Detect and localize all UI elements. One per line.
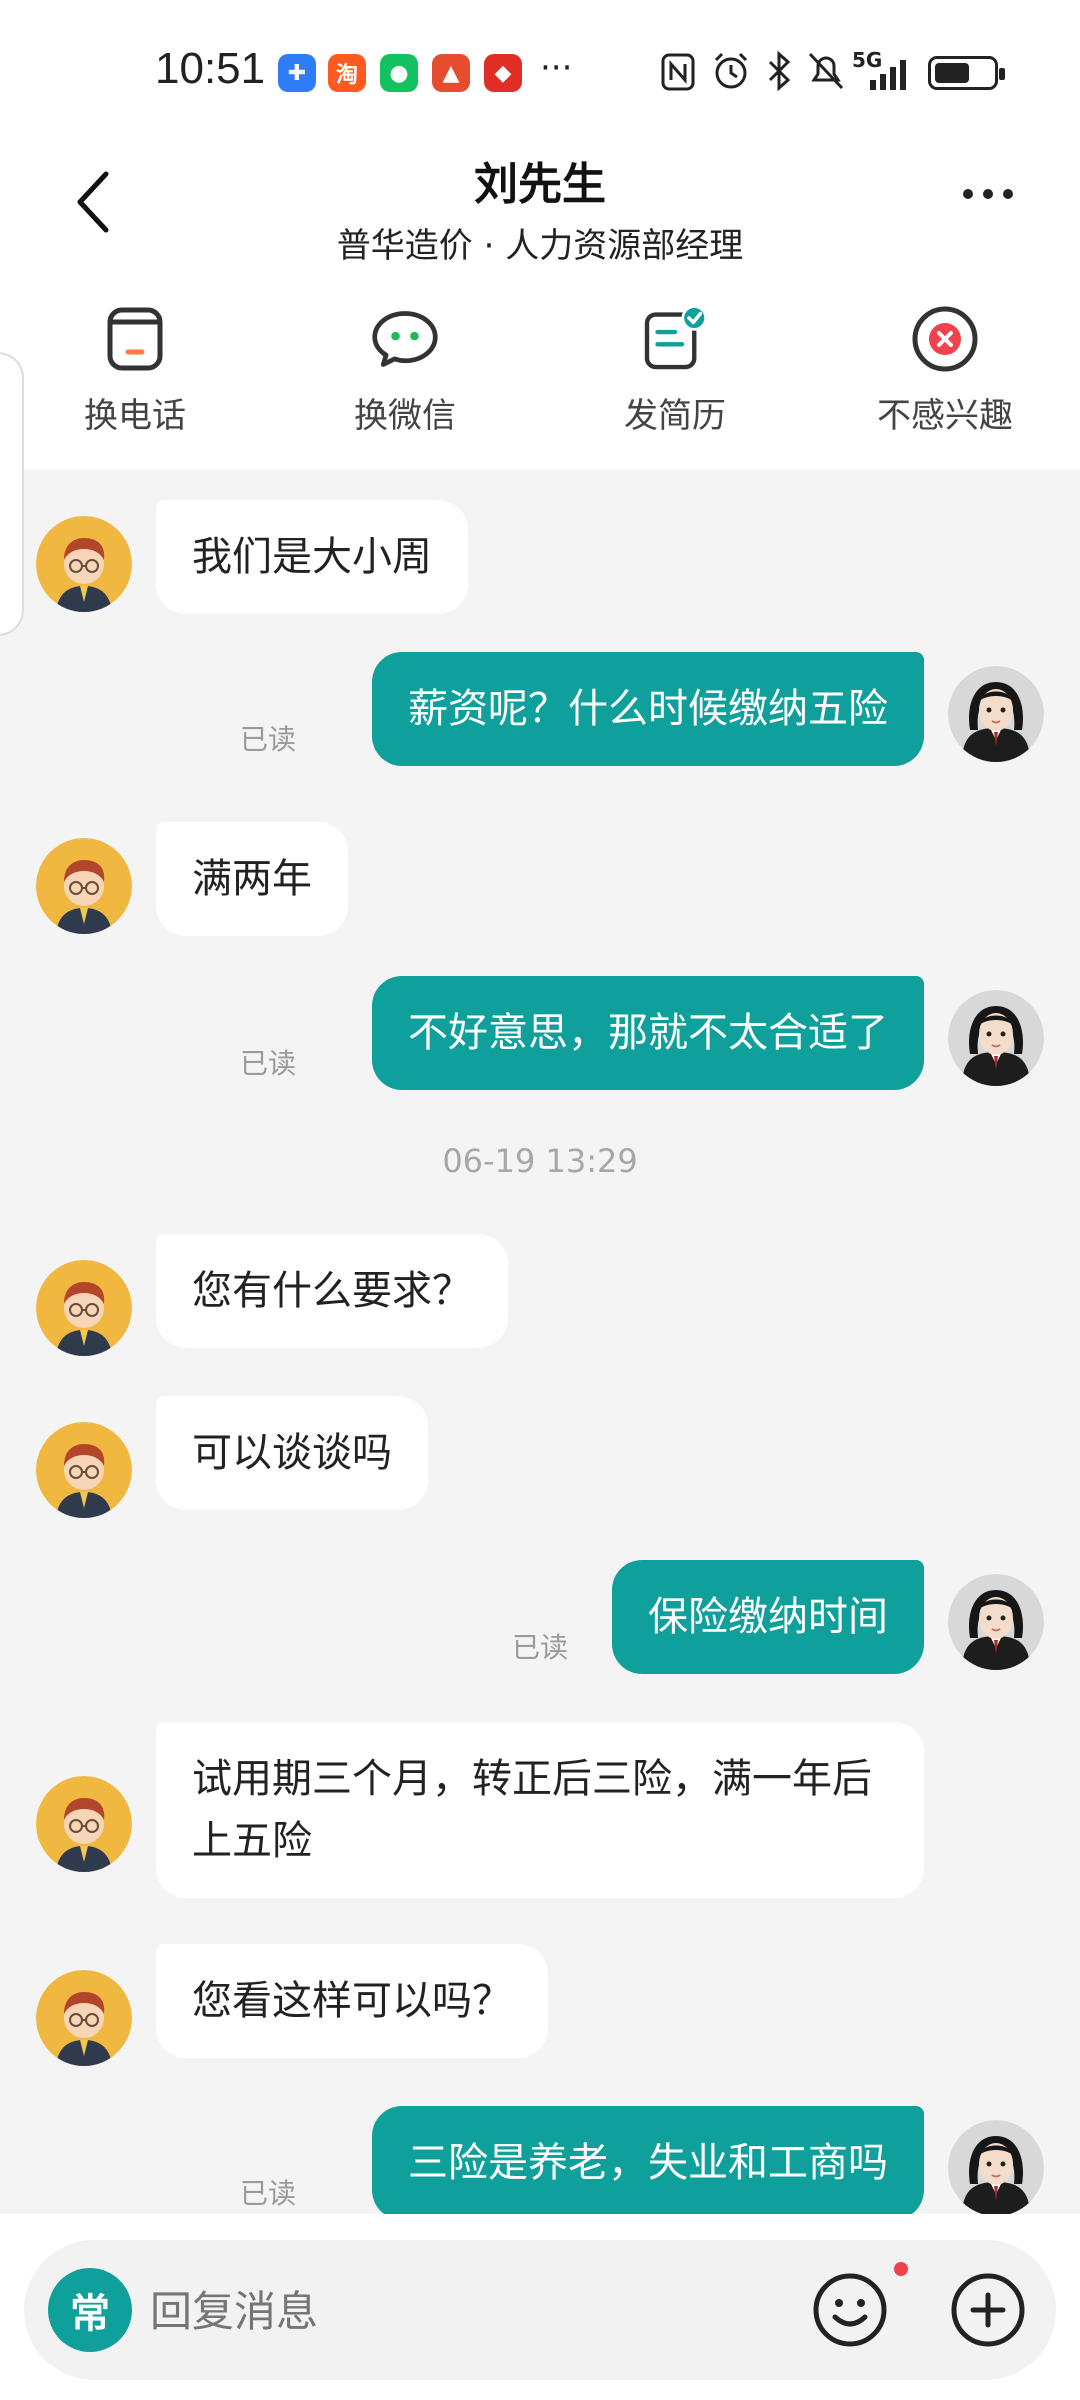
wechat-icon: ● [380,54,418,92]
chat-header: 刘先生 普华造价 · 人力资源部经理 [0,130,1080,280]
action-bar: 换电话 换微信 发简历 不感兴趣 [0,280,1080,470]
message-bubble[interactable]: 三险是养老，失业和工商吗 [372,2106,924,2214]
more-actions-button[interactable] [948,2270,1028,2350]
common-phrases-button[interactable]: 常 [48,2268,132,2352]
battery-icon [928,56,1005,90]
emoji-button[interactable] [810,2270,890,2350]
side-drawer-handle[interactable] [0,352,24,636]
dot [963,189,973,199]
pinduoduo-icon: ◆ [484,54,522,92]
message-bubble[interactable]: 保险缴纳时间 [612,1560,924,1674]
emoji-icon [813,2273,887,2347]
message-bubble[interactable]: 试用期三个月，转正后三险，满一年后上五险 [156,1722,924,1898]
exchange-phone-button[interactable]: 换电话 [0,280,270,470]
exchange-wechat-button[interactable]: 换微信 [270,280,540,470]
nfc-icon [661,53,695,91]
send-resume-label: 发简历 [624,396,726,436]
message-bubble[interactable]: 您看这样可以吗？ [156,1944,548,2058]
read-status: 已读 [512,1631,569,1664]
read-status: 已读 [240,723,297,756]
exchange-wechat-label: 换微信 [354,396,456,436]
user-avatar[interactable] [948,666,1044,762]
message-bubble[interactable]: 不好意思，那就不太合适了 [372,976,924,1090]
recruiter-avatar[interactable] [36,516,132,612]
message-input-bar: 常 [0,2214,1080,2400]
read-status: 已读 [240,1047,297,1080]
notification-dot [894,2262,908,2276]
status-time: 10:51 [155,44,266,93]
more-options-button[interactable] [948,174,1028,214]
status-bar: 10:51 ✚ 淘 ● ▲ ◆ ··· 5G [0,0,1080,130]
recruiter-avatar[interactable] [36,1260,132,1356]
dot [983,189,993,199]
user-avatar[interactable] [948,1574,1044,1670]
chat-messages[interactable]: 我们是大小周 已读 薪资呢？什么时候缴纳五险 满两年 已读 不好意思，那就不太合… [0,470,1080,2214]
read-status: 已读 [240,2177,297,2210]
message-timestamp: 06-19 13:29 [442,1142,638,1180]
user-avatar[interactable] [948,990,1044,1086]
dot [1003,189,1013,199]
signal-icon [870,60,906,90]
wechat-bubble-icon [370,304,440,374]
contact-name: 刘先生 [474,159,606,210]
reply-input[interactable] [148,2280,792,2342]
plus-icon [951,2273,1025,2347]
message-bubble[interactable]: 我们是大小周 [156,500,468,614]
mute-icon [808,52,844,90]
recruiter-avatar[interactable] [36,838,132,934]
resume-icon [640,304,710,374]
recruiter-avatar[interactable] [36,1970,132,2066]
blue-app-icon: ✚ [278,54,316,92]
message-bubble[interactable]: 满两年 [156,822,348,936]
phone-icon [100,304,170,374]
alarm-icon [714,52,748,89]
exchange-phone-label: 换电话 [84,396,186,436]
not-interested-button[interactable]: 不感兴趣 [810,280,1080,470]
not-interested-label: 不感兴趣 [877,396,1013,436]
red-app-icon: ▲ [432,54,470,92]
recruiter-avatar[interactable] [36,1422,132,1518]
message-bubble[interactable]: 薪资呢？什么时候缴纳五险 [372,652,924,766]
more-notifications-icon: ··· [540,48,573,88]
message-bubble[interactable]: 可以谈谈吗 [156,1396,428,1510]
input-container: 常 [24,2240,1056,2380]
bluetooth-icon [768,50,791,92]
message-bubble[interactable]: 您有什么要求？ [156,1234,508,1348]
user-avatar[interactable] [948,2120,1044,2214]
not-interested-icon [910,304,980,374]
recruiter-avatar[interactable] [36,1776,132,1872]
contact-company-title: 普华造价 · 人力资源部经理 [336,226,744,266]
send-resume-button[interactable]: 发简历 [540,280,810,470]
taobao-icon: 淘 [328,54,366,92]
